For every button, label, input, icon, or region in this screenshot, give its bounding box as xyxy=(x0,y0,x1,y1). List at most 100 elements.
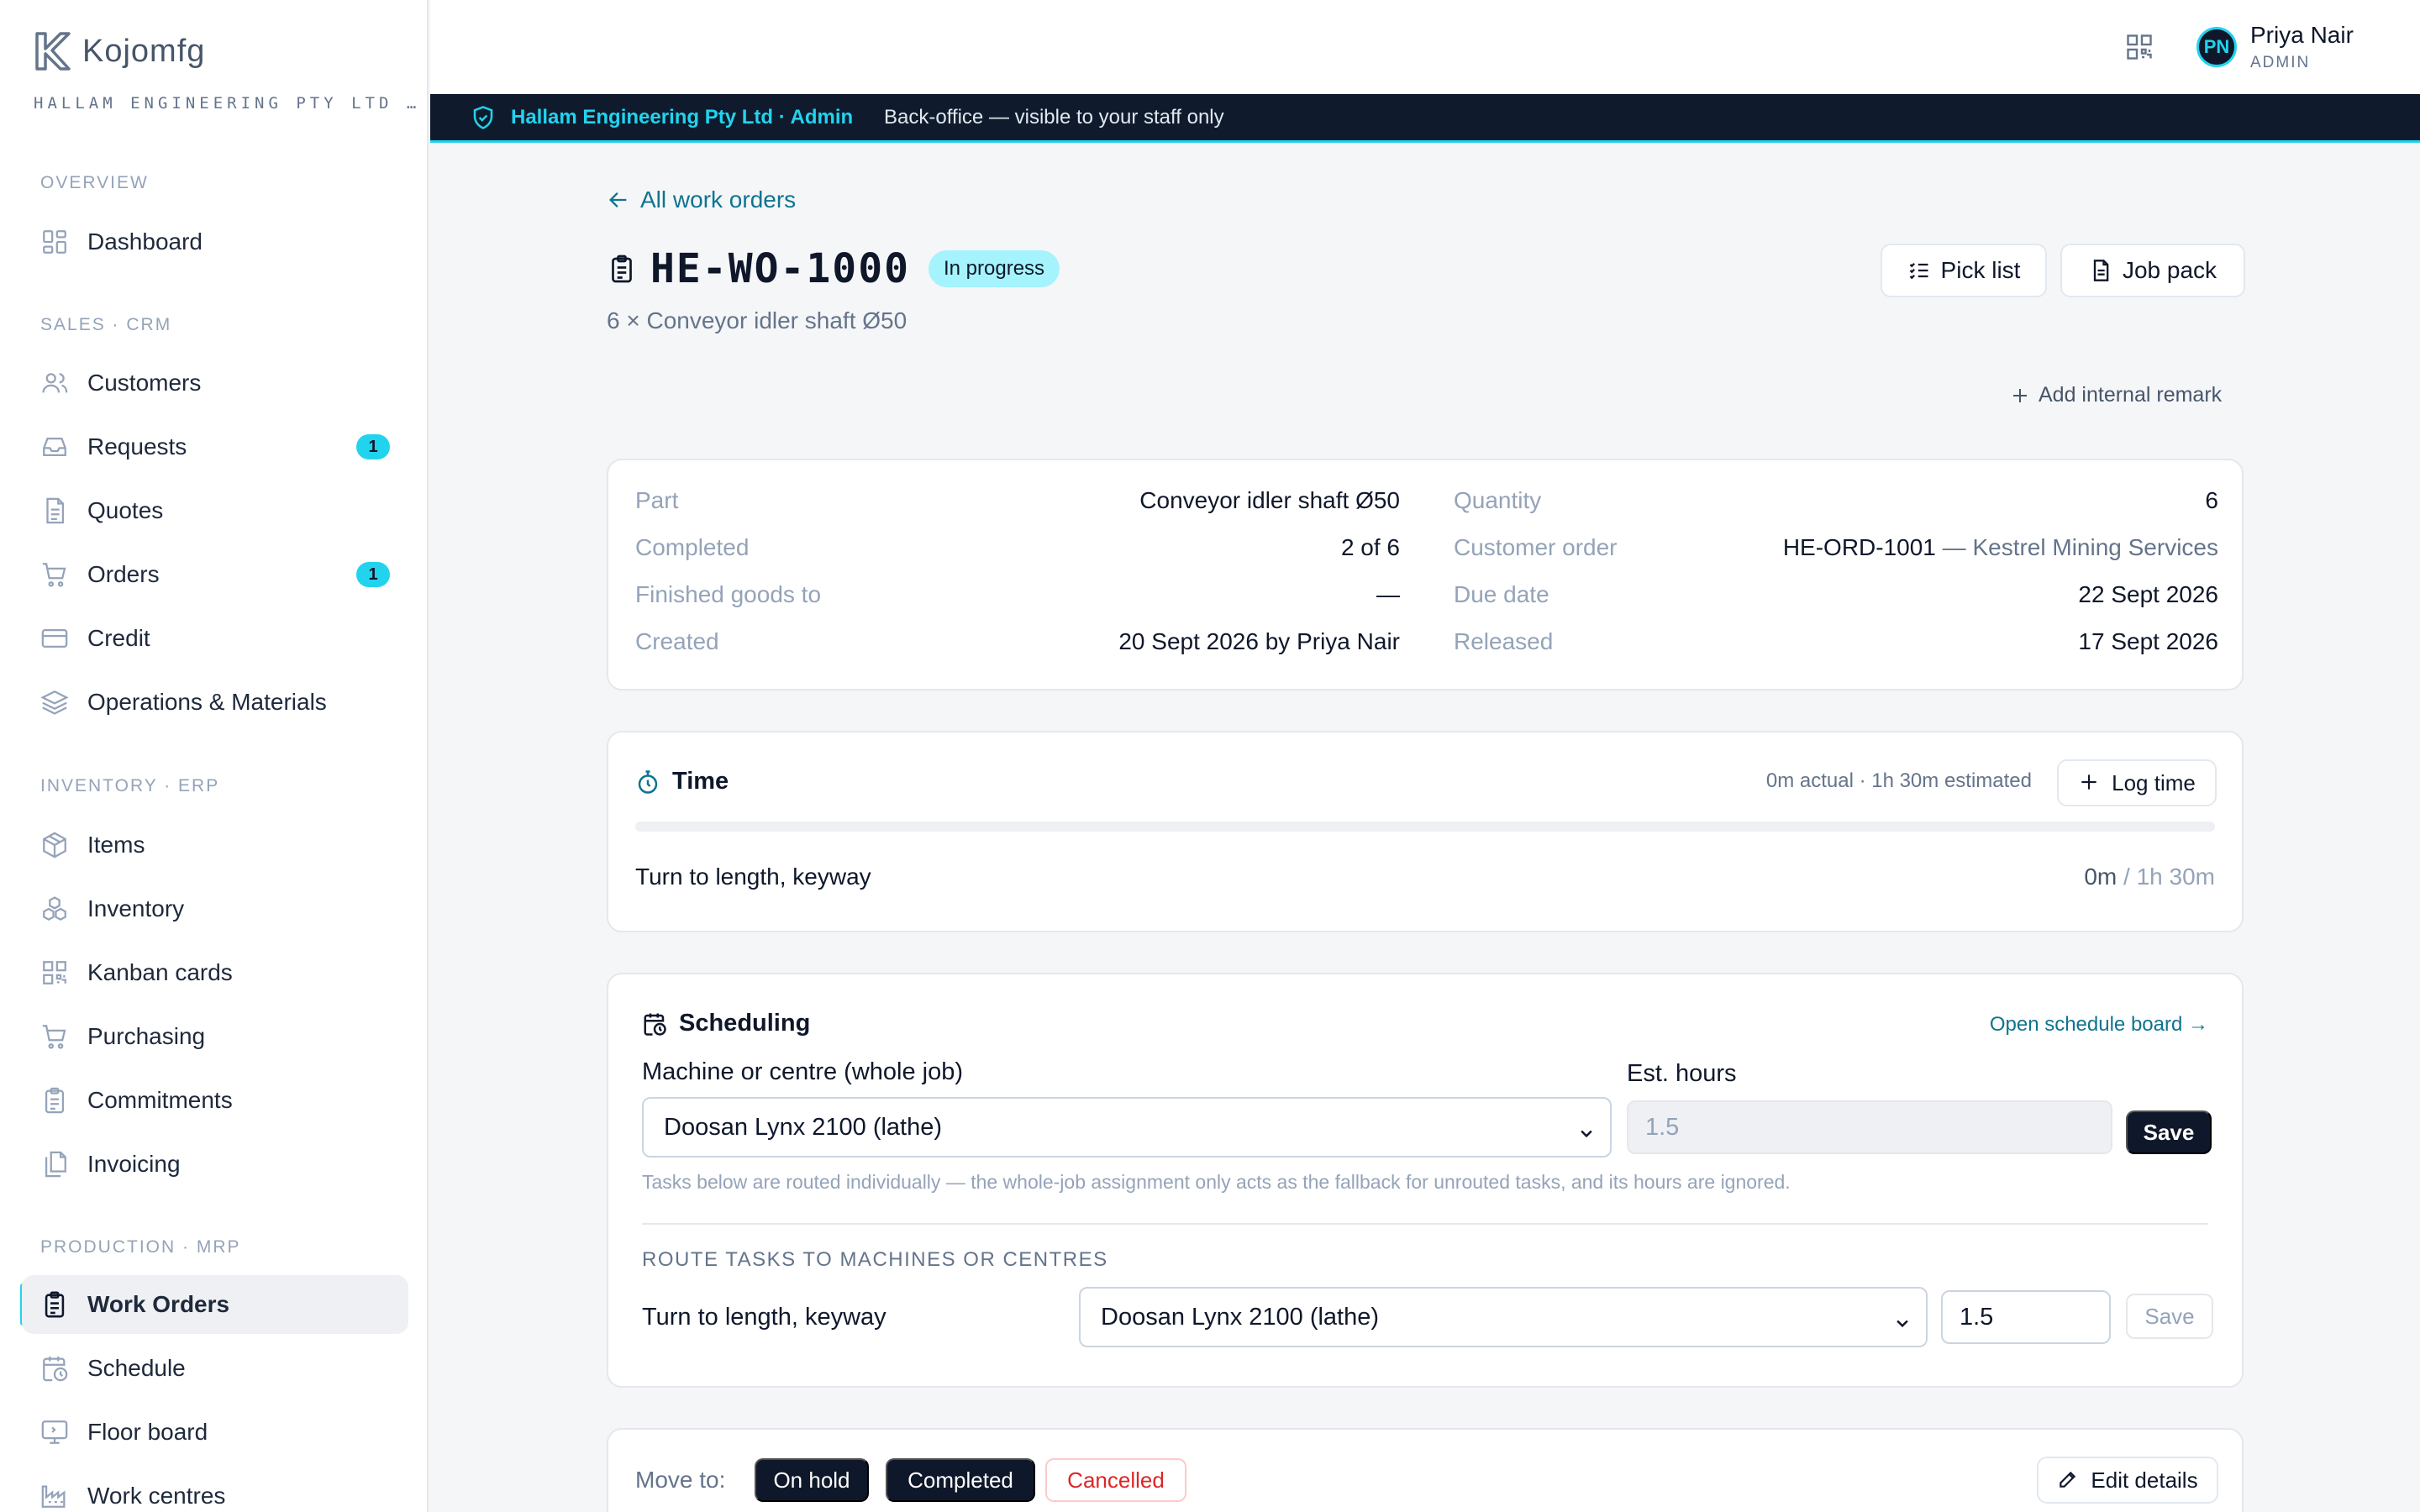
detail-label: Released xyxy=(1454,628,1554,654)
chevron-down-icon xyxy=(1578,1121,1595,1138)
route-task-hours-value: 1.5 xyxy=(1960,1303,1994,1331)
job-pack-label: Job pack xyxy=(2122,257,2217,283)
detail-value: 17 Sept 2026 xyxy=(2078,628,2218,654)
section-sales-crm: SALES · CRM xyxy=(40,315,172,334)
log-time-button[interactable]: Log time xyxy=(2057,759,2217,806)
clipboard-icon xyxy=(40,1086,69,1115)
back-to-work-orders-link[interactable]: All work orders xyxy=(607,186,796,213)
log-time-label: Log time xyxy=(2112,769,2196,795)
customer-order-number[interactable]: HE-ORD-1001 xyxy=(1783,534,1936,560)
detail-value: 22 Sept 2026 xyxy=(2078,581,2218,607)
orders-count-badge: 1 xyxy=(356,562,390,587)
sidebar: Kojomfg HALLAM ENGINEERING PTY LTD … OVE… xyxy=(0,0,429,1512)
calendar-clock-icon xyxy=(642,1011,667,1037)
edit-details-button[interactable]: Edit details xyxy=(2037,1457,2218,1504)
sidebar-item-schedule[interactable]: Schedule xyxy=(22,1339,408,1398)
detail-row-released: Released 17 Sept 2026 xyxy=(1454,628,2218,655)
detail-label: Part xyxy=(635,487,679,513)
page-title-row: HE-WO-1000 In progress xyxy=(607,245,1060,292)
brand-name: Kojomfg xyxy=(82,33,206,69)
brand-logo[interactable]: Kojomfg xyxy=(32,30,205,72)
sidebar-item-commitments[interactable]: Commitments xyxy=(22,1071,408,1130)
dashboard-icon xyxy=(40,228,69,256)
time-task-estimate: / 1h 30m xyxy=(2117,864,2215,890)
sidebar-item-requests[interactable]: Requests 1 xyxy=(22,417,408,476)
avatar[interactable]: PN xyxy=(2196,27,2237,67)
open-schedule-board-link[interactable]: Open schedule board → xyxy=(1990,1013,2208,1037)
users-icon xyxy=(40,369,69,397)
status-badge: In progress xyxy=(928,250,1060,287)
pencil-icon xyxy=(2057,1468,2081,1492)
remark-label: Add internal remark xyxy=(2039,383,2223,407)
sidebar-item-label: Dashboard xyxy=(87,228,203,255)
banner-note: Back-office — visible to your staff only xyxy=(884,105,1224,129)
detail-row-finished-goods: Finished goods to — xyxy=(635,581,1400,608)
user-name[interactable]: Priya Nair xyxy=(2250,22,2354,49)
sidebar-item-floor-board[interactable]: Floor board xyxy=(22,1403,408,1462)
sidebar-item-label: Floor board xyxy=(87,1419,208,1445)
sidebar-item-dashboard[interactable]: Dashboard xyxy=(22,213,408,271)
time-task-name: Turn to length, keyway xyxy=(635,864,871,890)
sidebar-item-customers[interactable]: Customers xyxy=(22,354,408,412)
sidebar-item-label: Requests xyxy=(87,433,187,459)
sidebar-item-invoicing[interactable]: Invoicing xyxy=(22,1135,408,1194)
save-route-task-button[interactable]: Save xyxy=(2126,1294,2213,1339)
status-actions-card: Move to: On hold Completed Cancelled Edi… xyxy=(607,1428,2244,1512)
customer-order-link[interactable]: HE-ORD-1001 — Kestrel Mining Services xyxy=(1783,534,2218,561)
sidebar-item-purchasing[interactable]: Purchasing xyxy=(22,1007,408,1066)
sidebar-item-label: Invoicing xyxy=(87,1151,181,1177)
qr-scan-icon[interactable] xyxy=(2124,32,2154,62)
move-to-on-hold-button[interactable]: On hold xyxy=(755,1458,869,1502)
est-hours-field[interactable]: 1.5 xyxy=(1627,1100,2112,1154)
scheduling-card-title: Scheduling xyxy=(642,1010,810,1037)
sidebar-item-quotes[interactable]: Quotes xyxy=(22,481,408,540)
work-order-subtitle: 6 × Conveyor idler shaft Ø50 xyxy=(607,307,908,333)
sidebar-item-label: Inventory xyxy=(87,895,185,921)
move-to-completed-button[interactable]: Completed xyxy=(886,1458,1035,1502)
user-role: ADMIN xyxy=(2250,54,2311,71)
admin-banner: Hallam Engineering Pty Ltd · Admin Back-… xyxy=(430,94,2420,143)
job-pack-button[interactable]: Job pack xyxy=(2060,244,2245,297)
route-task-machine-select[interactable]: Doosan Lynx 2100 (lathe) xyxy=(1079,1287,1928,1347)
sidebar-item-orders[interactable]: Orders 1 xyxy=(22,545,408,604)
sidebar-item-label: Purchasing xyxy=(87,1023,206,1049)
scheduling-card: Scheduling Open schedule board → Machine… xyxy=(607,973,2244,1388)
clipboard-icon xyxy=(40,1290,69,1319)
machine-select-value: Doosan Lynx 2100 (lathe) xyxy=(664,1113,943,1141)
sidebar-item-work-centres[interactable]: Work centres xyxy=(22,1467,408,1512)
sidebar-item-inventory[interactable]: Inventory xyxy=(22,879,408,938)
cart-icon xyxy=(40,560,69,589)
sidebar-item-operations-materials[interactable]: Operations & Materials xyxy=(22,673,408,732)
shield-check-icon xyxy=(471,105,496,130)
route-task-name: Turn to length, keyway xyxy=(642,1304,886,1331)
detail-row-created: Created 20 Sept 2026 by Priya Nair xyxy=(635,628,1400,655)
pick-list-button[interactable]: Pick list xyxy=(1881,244,2047,297)
time-task-hours: 0m / 1h 30m xyxy=(2084,864,2215,890)
page-title: HE-WO-1000 xyxy=(650,245,910,292)
detail-label: Quantity xyxy=(1454,487,1542,513)
detail-row-customer-order: Customer order HE-ORD-1001 — Kestrel Min… xyxy=(1454,534,2218,561)
time-summary: 0m actual · 1h 30m estimated xyxy=(1765,769,2032,792)
route-task-hours-input[interactable]: 1.5 xyxy=(1941,1290,2111,1344)
package-icon xyxy=(40,831,69,859)
details-card: Part Conveyor idler shaft Ø50 Completed … xyxy=(607,459,2244,690)
edit-details-label: Edit details xyxy=(2091,1467,2198,1493)
sidebar-item-credit[interactable]: Credit xyxy=(22,609,408,668)
clipboard-icon xyxy=(607,252,637,286)
time-card: Time 0m actual · 1h 30m estimated Log ti… xyxy=(607,731,2244,932)
sidebar-item-label: Customers xyxy=(87,370,202,396)
add-internal-remark-button[interactable]: Add internal remark xyxy=(2010,383,2222,407)
sidebar-item-items[interactable]: Items xyxy=(22,816,408,874)
sidebar-item-kanban-cards[interactable]: Kanban cards xyxy=(22,943,408,1002)
sidebar-item-label: Items xyxy=(87,832,145,858)
k-logo-icon xyxy=(32,30,74,72)
scheduling-title: Scheduling xyxy=(679,1010,811,1037)
qr-icon xyxy=(40,958,69,987)
machine-select[interactable]: Doosan Lynx 2100 (lathe) xyxy=(642,1097,1612,1158)
detail-label: Completed xyxy=(635,534,750,560)
save-machine-button[interactable]: Save xyxy=(2126,1110,2212,1154)
factory-icon xyxy=(40,1482,69,1510)
sidebar-item-work-orders[interactable]: Work Orders xyxy=(22,1275,408,1334)
move-to-cancelled-button[interactable]: Cancelled xyxy=(1045,1458,1186,1502)
boxes-icon xyxy=(40,895,69,923)
